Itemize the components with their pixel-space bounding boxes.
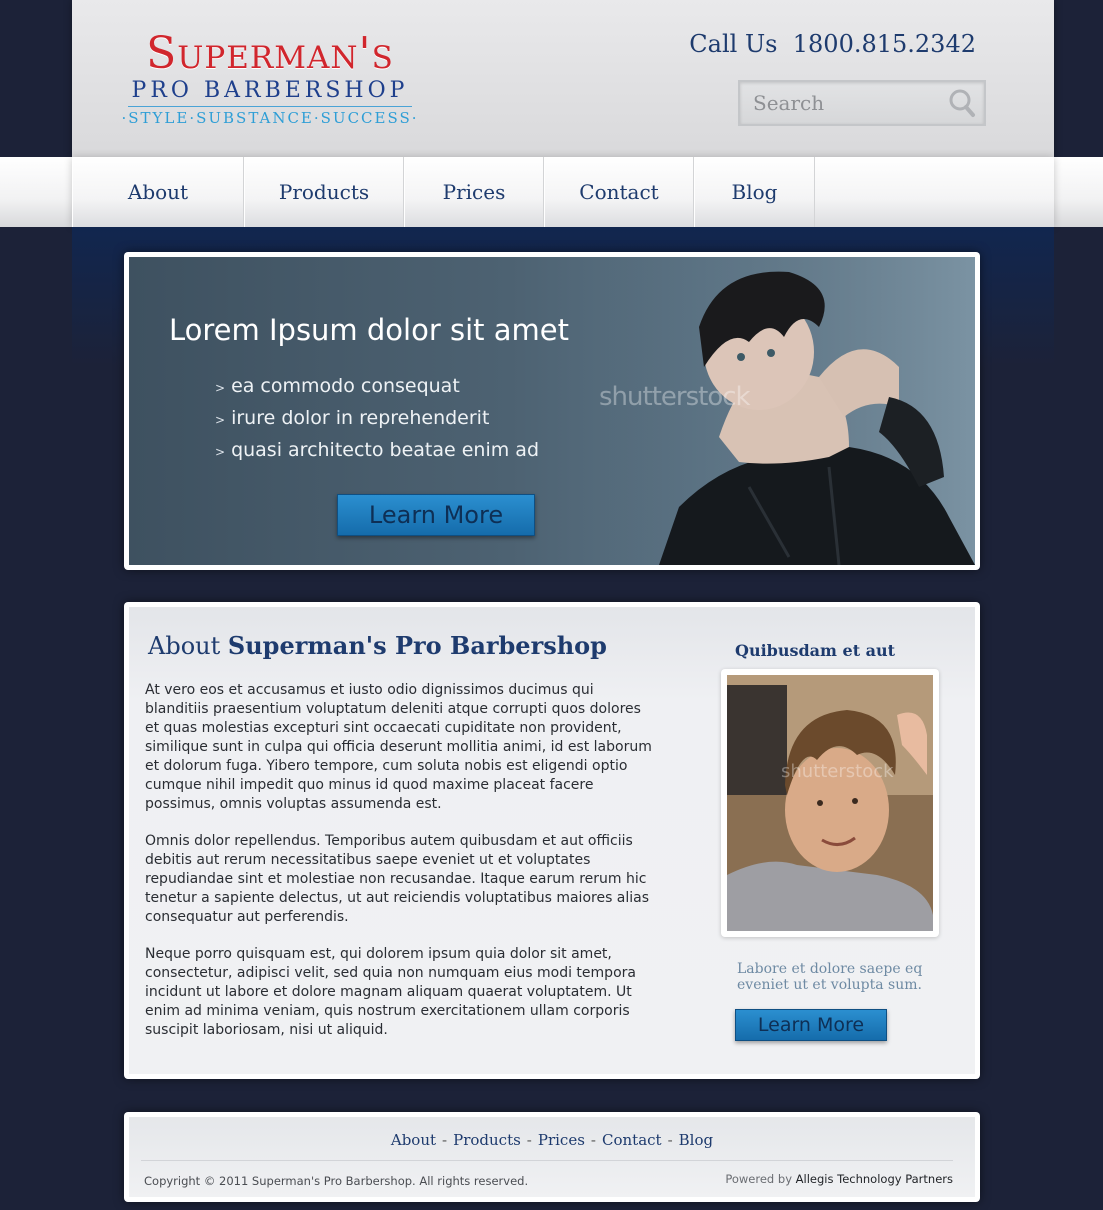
about-section: About Superman's Pro Barbershop At vero …: [124, 602, 980, 1079]
footer-separator: -: [442, 1131, 448, 1149]
copyright-text: Copyright © 2011 Superman's Pro Barbersh…: [144, 1174, 529, 1188]
nav-item-products[interactable]: Products: [244, 157, 404, 227]
footer-separator: -: [667, 1131, 673, 1149]
footer-separator: -: [590, 1131, 596, 1149]
about-title-prefix: About: [148, 632, 221, 660]
banner-bullet-text: quasi architecto beatae enim ad: [231, 439, 540, 461]
sidebar-watermark: shutterstock: [781, 761, 894, 782]
about-paragraph: At vero eos et accusamus et iusto odio d…: [145, 682, 652, 812]
banner-bullet-text: ea commodo consequat: [231, 375, 460, 397]
sidebar-customer-photo: [727, 675, 933, 931]
sidebar-title: Quibusdam et aut: [735, 641, 896, 660]
site-header: Superman's PRO BARBERSHOP ·STYLE·SUBSTAN…: [72, 0, 1054, 158]
logo-sub-text: PRO BARBERSHOP: [128, 78, 412, 107]
search-input[interactable]: [740, 82, 940, 124]
sidebar-photo-frame: shutterstock: [721, 669, 939, 937]
banner-bullets: > ea commodo consequat > irure dolor in re…: [215, 371, 539, 467]
sidebar-caption: Labore et dolore saepe eq eveniet ut et …: [737, 961, 923, 993]
banner-bullet: > quasi architecto beatae enim ad: [215, 435, 539, 467]
logo-main-text: Superman's: [146, 28, 394, 79]
about-paragraph: Omnis dolor repellendus. Temporibus aute…: [145, 833, 650, 925]
about-section-inner: About Superman's Pro Barbershop At vero …: [129, 607, 975, 1074]
chevron-right-icon: >: [215, 413, 226, 427]
banner-bullet-text: irure dolor in reprehenderit: [231, 407, 490, 429]
chevron-right-icon: >: [215, 381, 226, 395]
banner-watermark: shutterstock: [599, 382, 751, 412]
logo-tagline: ·STYLE·SUBSTANCE·SUCCESS·: [121, 109, 419, 127]
call-label: Call Us: [689, 30, 778, 58]
main-nav: About Products Prices Contact Blog: [72, 157, 1054, 227]
search-box: [738, 80, 986, 126]
about-paragraph: Neque porro quisquam est, qui dolorem ip…: [145, 946, 636, 1038]
phone-number[interactable]: 1800.815.2342: [793, 30, 976, 58]
nav-item-contact[interactable]: Contact: [544, 157, 694, 227]
footer-link-blog[interactable]: Blog: [679, 1131, 713, 1149]
powered-by: Powered by Allegis Technology Partners: [725, 1172, 953, 1186]
footer-link-products[interactable]: Products: [453, 1131, 521, 1149]
nav-item-prices[interactable]: Prices: [404, 157, 544, 227]
footer-link-contact[interactable]: Contact: [602, 1131, 662, 1149]
about-title: About Superman's Pro Barbershop: [148, 631, 607, 660]
about-title-bold: Superman's Pro Barbershop: [227, 631, 607, 660]
footer-nav: About - Products - Prices - Contact - Blog: [129, 1131, 975, 1149]
footer-link-prices[interactable]: Prices: [538, 1131, 585, 1149]
footer-divider: [141, 1160, 953, 1161]
powered-by-prefix: Powered by: [725, 1172, 792, 1186]
site-footer-inner: About - Products - Prices - Contact - Blog Copyr…: [129, 1117, 975, 1197]
hero-banner-inner: shutterstock Lorem Ipsum dolor sit amet …: [129, 257, 975, 565]
chevron-right-icon: >: [215, 445, 226, 459]
logo[interactable]: Superman's PRO BARBERSHOP ·STYLE·SUBSTAN…: [100, 30, 440, 129]
footer-link-about[interactable]: About: [391, 1131, 436, 1149]
search-icon[interactable]: [948, 88, 976, 118]
powered-by-company[interactable]: Allegis Technology Partners: [796, 1172, 953, 1186]
banner-title: Lorem Ipsum dolor sit amet: [169, 313, 569, 347]
sidebar-learn-more-button[interactable]: Learn More: [735, 1009, 887, 1041]
nav-item-blog[interactable]: Blog: [694, 157, 815, 227]
about-body: At vero eos et accusamus et iusto odio d…: [145, 681, 655, 1058]
hero-banner: shutterstock Lorem Ipsum dolor sit amet …: [124, 252, 980, 570]
call-us: Call Us 1800.815.2342: [689, 30, 976, 58]
site-footer: About - Products - Prices - Contact - Blog Copyr…: [124, 1112, 980, 1202]
banner-bullet: > irure dolor in reprehenderit: [215, 403, 539, 435]
nav-item-about[interactable]: About: [72, 157, 244, 227]
footer-separator: -: [526, 1131, 532, 1149]
banner-learn-more-button[interactable]: Learn More: [337, 494, 535, 536]
banner-bullet: > ea commodo consequat: [215, 371, 539, 403]
